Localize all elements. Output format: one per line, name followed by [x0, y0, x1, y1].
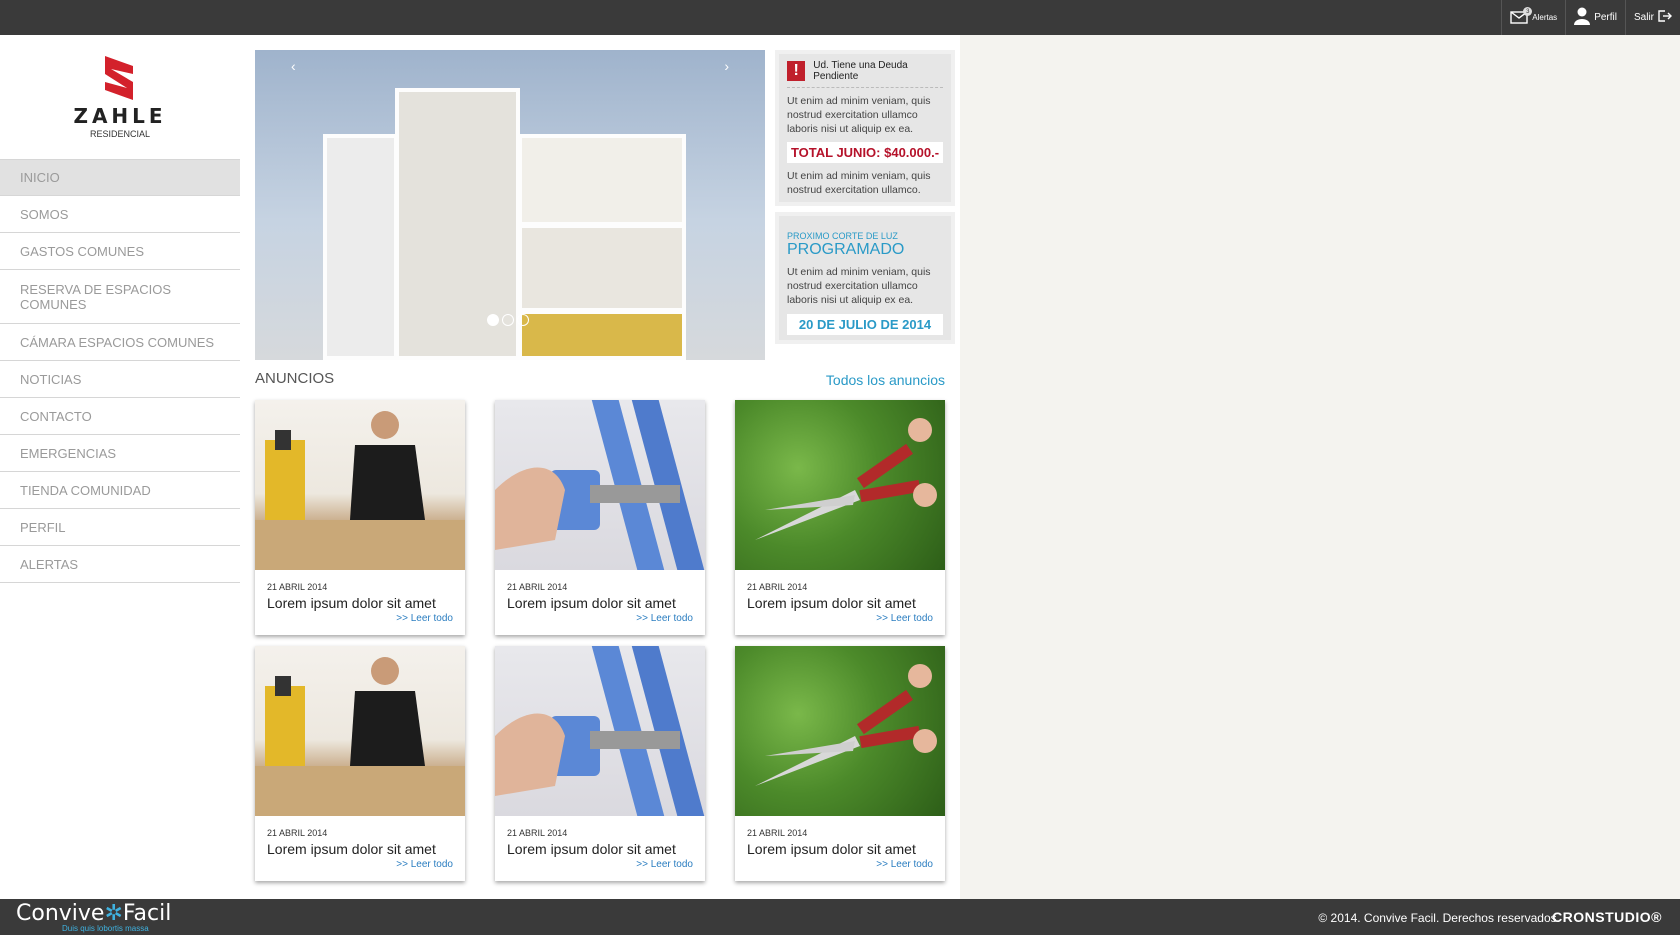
nav-item-inicio[interactable]: INICIO	[0, 159, 240, 196]
debt-card-header: ! Ud. Tiene una Deuda Pendiente	[787, 60, 943, 88]
top-bar: 3 Alertas Perfil Salir	[0, 0, 1680, 35]
announcement-image	[255, 400, 465, 570]
announcement-image	[495, 646, 705, 816]
logo-subtitle: RESIDENCIAL	[89, 128, 151, 139]
read-more-link[interactable]: >> Leer todo	[747, 859, 933, 870]
profile-label: Perfil	[1594, 12, 1617, 23]
nav-item-tienda-comunidad[interactable]: TIENDA COMUNIDAD	[0, 472, 240, 509]
zahle-logo-icon	[105, 55, 133, 100]
announcement-title: Lorem ipsum dolor sit amet	[507, 841, 676, 857]
slider-dot-1[interactable]	[487, 314, 499, 326]
slider-dots	[487, 314, 529, 326]
debt-card-note: Ut enim ad minim veniam, quis nostrud ex…	[787, 170, 931, 196]
nav-item-noticias[interactable]: NOTICIAS	[0, 361, 240, 398]
logout-button[interactable]: Salir	[1624, 0, 1680, 35]
power-cut-title: PROGRAMADO	[787, 241, 905, 258]
nav-item-emergencias[interactable]: EMERGENCIAS	[0, 435, 240, 472]
footer-studio-logo[interactable]: CRONSTUDIO®	[1552, 909, 1662, 925]
announcement-date: 21 ABRIL 2014	[747, 582, 808, 592]
nav-item-contacto[interactable]: CONTACTO	[0, 398, 240, 435]
info-panel: ! Ud. Tiene una Deuda Pendiente Ut enim …	[775, 50, 955, 344]
debt-card: ! Ud. Tiene una Deuda Pendiente Ut enim …	[775, 50, 955, 206]
nav-item-reserva-espacios[interactable]: RESERVA DE ESPACIOS COMUNES	[0, 270, 240, 324]
announcement-image	[495, 400, 705, 570]
nav-item-camara-espacios[interactable]: CÁMARA ESPACIOS COMUNES	[0, 324, 240, 361]
footer-logo-a: Convive	[16, 901, 105, 926]
slider-dot-3[interactable]	[517, 314, 529, 326]
logout-label: Salir	[1633, 12, 1654, 23]
logo-name: ZAHLE	[73, 103, 167, 128]
slider-dot-2[interactable]	[502, 314, 514, 326]
announcement-date: 21 ABRIL 2014	[507, 582, 568, 592]
logout-icon	[1658, 10, 1672, 25]
alerts-button[interactable]: 3 Alertas	[1501, 0, 1565, 35]
user-icon	[1574, 7, 1591, 28]
announcement-image	[735, 646, 945, 816]
announcement-title: Lorem ipsum dolor sit amet	[267, 595, 436, 611]
power-cut-card: PROXIMO CORTE DE LUZ PROGRAMADO Ut enim …	[775, 212, 955, 344]
footer-tagline: Duis quis lobortis massa	[62, 924, 149, 933]
nav-item-perfil[interactable]: PERFIL	[0, 509, 240, 546]
debt-total: TOTAL JUNIO: $40.000.-	[787, 142, 943, 163]
read-more-link[interactable]: >> Leer todo	[747, 613, 933, 624]
announcement-card[interactable]: 21 ABRIL 2014 Lorem ipsum dolor sit amet…	[735, 646, 945, 881]
top-actions: 3 Alertas Perfil Salir	[1501, 0, 1680, 35]
debt-card-text: Ut enim ad minim veniam, quis nostrud ex…	[787, 95, 931, 135]
nav-item-alertas[interactable]: ALERTAS	[0, 546, 240, 583]
nav-item-somos[interactable]: SOMOS	[0, 196, 240, 233]
read-more-link[interactable]: >> Leer todo	[507, 859, 693, 870]
announcement-date: 21 ABRIL 2014	[507, 828, 568, 838]
all-announcements-link[interactable]: Todos los anuncios	[826, 372, 945, 388]
slider-next-button[interactable]: ›	[724, 58, 729, 74]
slider-prev-button[interactable]: ‹	[291, 58, 296, 74]
read-more-link[interactable]: >> Leer todo	[267, 859, 453, 870]
footer-logo-b: Facil	[122, 901, 172, 926]
alerts-label: Alertas	[1532, 13, 1558, 22]
announcement-title: Lorem ipsum dolor sit amet	[747, 595, 916, 611]
announcement-card[interactable]: 21 ABRIL 2014 Lorem ipsum dolor sit amet…	[735, 400, 945, 635]
announcement-date: 21 ABRIL 2014	[267, 582, 328, 592]
announcement-date: 21 ABRIL 2014	[267, 828, 328, 838]
power-cut-subtitle: PROXIMO CORTE DE LUZ	[787, 231, 898, 241]
announcement-card[interactable]: 21 ABRIL 2014 Lorem ipsum dolor sit amet…	[495, 646, 705, 881]
announcements-title: ANUNCIOS	[255, 370, 335, 387]
announcement-card[interactable]: 21 ABRIL 2014 Lorem ipsum dolor sit amet…	[255, 646, 465, 881]
announcement-date: 21 ABRIL 2014	[747, 828, 808, 838]
exclamation-icon: !	[787, 61, 806, 81]
debt-card-title: Ud. Tiene una Deuda Pendiente	[813, 60, 908, 82]
footer-copyright: © 2014. Convive Facil. Derechos reservad…	[1318, 911, 1560, 925]
announcement-title: Lorem ipsum dolor sit amet	[747, 841, 916, 857]
announcement-card[interactable]: 21 ABRIL 2014 Lorem ipsum dolor sit amet…	[495, 400, 705, 635]
power-cut-text: Ut enim ad minim veniam, quis nostrud ex…	[787, 266, 931, 306]
announcement-image	[255, 646, 465, 816]
sidebar: ZAHLE RESIDENCIAL INICIO SOMOS GASTOS CO…	[0, 35, 240, 899]
star-icon: ✲	[104, 901, 123, 926]
mail-icon: 3	[1510, 7, 1533, 24]
announcement-card[interactable]: 21 ABRIL 2014 Lorem ipsum dolor sit amet…	[255, 400, 465, 635]
logo[interactable]: ZAHLE RESIDENCIAL	[0, 35, 240, 159]
nav-item-gastos-comunes[interactable]: GASTOS COMUNES	[0, 233, 240, 270]
announcement-title: Lorem ipsum dolor sit amet	[507, 595, 676, 611]
power-cut-date: 20 DE JULIO DE 2014	[787, 314, 943, 335]
main-content: ‹ › ! Ud. Tiene una Deuda Pendiente Ut e…	[240, 35, 960, 899]
footer-logo[interactable]: Convive✲Facil	[16, 901, 171, 926]
footer: Convive✲Facil Duis quis lobortis massa ©…	[0, 899, 1680, 935]
announcement-image	[735, 400, 945, 570]
main-nav: INICIO SOMOS GASTOS COMUNES RESERVA DE E…	[0, 159, 240, 583]
alerts-count-badge: 3	[1523, 7, 1533, 16]
read-more-link[interactable]: >> Leer todo	[267, 613, 453, 624]
announcement-title: Lorem ipsum dolor sit amet	[267, 841, 436, 857]
profile-button[interactable]: Perfil	[1565, 0, 1625, 35]
hero-slider: ‹ ›	[255, 50, 765, 360]
read-more-link[interactable]: >> Leer todo	[507, 613, 693, 624]
